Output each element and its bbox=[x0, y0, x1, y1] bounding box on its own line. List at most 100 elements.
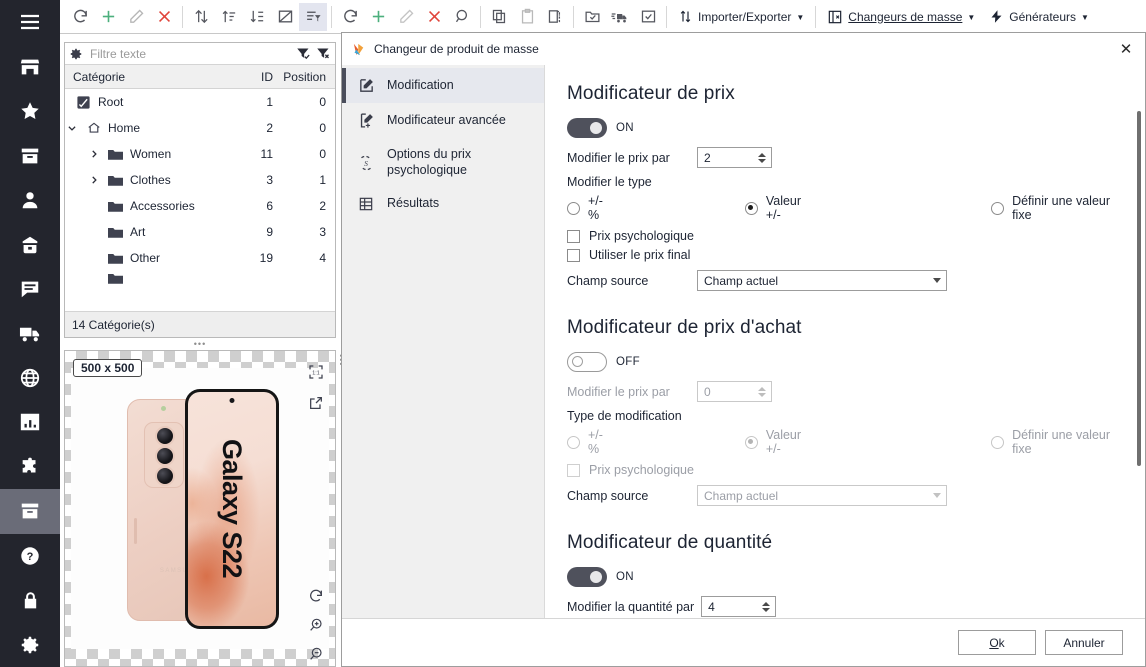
radio-icon[interactable] bbox=[744, 201, 758, 215]
radio-icon[interactable] bbox=[991, 435, 1005, 449]
globe-icon[interactable] bbox=[0, 356, 60, 400]
archive-active-icon[interactable] bbox=[0, 489, 60, 534]
fit-one-to-one-icon[interactable]: 1:1 bbox=[305, 361, 327, 383]
horizontal-splitter[interactable]: ••• bbox=[64, 338, 336, 350]
star-icon[interactable] bbox=[0, 89, 60, 133]
purchase-type-value-option[interactable]: Valeur +/- bbox=[744, 428, 811, 456]
table-row[interactable]: Clothes 3 1 bbox=[65, 167, 335, 193]
purchase-amount-input[interactable] bbox=[702, 383, 758, 400]
zoom-out-icon[interactable] bbox=[305, 643, 327, 665]
price-amount-stepper[interactable] bbox=[697, 147, 772, 168]
rotate-icon[interactable] bbox=[305, 585, 327, 607]
purchase-type-fixed-option[interactable]: Définir une valeur fixe bbox=[991, 428, 1117, 456]
radio-icon[interactable] bbox=[567, 435, 580, 449]
purchase-type-percent-option[interactable]: +/- % bbox=[567, 428, 612, 456]
puzzle-icon[interactable] bbox=[0, 445, 60, 489]
sort-asc-icon[interactable] bbox=[215, 3, 243, 31]
duplicate-icon[interactable] bbox=[541, 3, 569, 31]
filter-list-icon[interactable] bbox=[299, 2, 327, 31]
checkbox-icon[interactable] bbox=[567, 229, 580, 243]
tab-modification[interactable]: Modification bbox=[342, 68, 544, 103]
tab-psychological-price-options[interactable]: S Options du prix psychologique bbox=[342, 138, 544, 187]
purchase-source-select[interactable]: Champ actuel bbox=[697, 485, 947, 506]
paste-icon[interactable] bbox=[513, 3, 541, 31]
tab-advanced-modifier[interactable]: Modificateur avancée bbox=[342, 103, 544, 138]
stepper-arrows[interactable] bbox=[758, 386, 769, 397]
zoom-in-icon[interactable] bbox=[305, 614, 327, 636]
sort-numeric-icon[interactable] bbox=[243, 3, 271, 31]
purchase-psychological-checkbox-row[interactable]: Prix psychologique bbox=[567, 463, 1117, 477]
open-external-icon[interactable] bbox=[305, 392, 327, 414]
tab-results[interactable]: Résultats bbox=[342, 187, 544, 221]
checkbox-icon[interactable] bbox=[567, 463, 580, 477]
price-type-percent-option[interactable]: +/- % bbox=[567, 194, 612, 222]
chevron-down-icon[interactable] bbox=[65, 123, 79, 133]
quantity-amount-stepper[interactable] bbox=[701, 596, 777, 617]
dialog-scrollbar[interactable] bbox=[1137, 111, 1141, 466]
image-icon[interactable] bbox=[271, 3, 299, 31]
column-header-id[interactable]: ID bbox=[215, 70, 273, 84]
cancel-button[interactable]: Annuler bbox=[1045, 630, 1123, 655]
close-icon[interactable]: ✕ bbox=[1115, 38, 1137, 60]
table-row[interactable]: Women 11 0 bbox=[65, 141, 335, 167]
radio-icon[interactable] bbox=[991, 201, 1005, 215]
delete-icon[interactable] bbox=[420, 3, 448, 31]
edit-icon[interactable] bbox=[392, 3, 420, 31]
add-icon[interactable] bbox=[364, 3, 392, 31]
user-icon[interactable] bbox=[0, 178, 60, 222]
gear-icon[interactable] bbox=[69, 47, 83, 61]
table-row[interactable]: Art 9 3 bbox=[65, 219, 335, 245]
refresh-icon[interactable] bbox=[66, 3, 94, 31]
truck-icon[interactable] bbox=[0, 311, 60, 355]
generators-menu[interactable]: Générateurs ▼ bbox=[982, 3, 1096, 31]
quantity-amount-input[interactable] bbox=[706, 598, 763, 615]
table-row[interactable]: Other 19 4 bbox=[65, 245, 335, 271]
filter-apply-icon[interactable] bbox=[296, 46, 311, 61]
stepper-arrows[interactable] bbox=[758, 152, 769, 163]
store-icon[interactable] bbox=[0, 44, 60, 88]
search-icon[interactable] bbox=[448, 3, 476, 31]
help-icon[interactable]: ? bbox=[0, 534, 60, 578]
column-header-position[interactable]: Position bbox=[273, 70, 335, 84]
radio-icon[interactable] bbox=[744, 435, 758, 449]
table-row[interactable]: Home 2 0 bbox=[65, 115, 335, 141]
menu-icon[interactable] bbox=[0, 0, 60, 44]
price-amount-input[interactable] bbox=[702, 149, 758, 166]
lock-icon[interactable] bbox=[0, 578, 60, 622]
table-row-partial[interactable] bbox=[65, 271, 335, 285]
price-modifier-toggle[interactable] bbox=[567, 118, 607, 138]
purchase-amount-stepper[interactable] bbox=[697, 381, 772, 402]
sort-updown-icon[interactable] bbox=[187, 3, 215, 31]
column-header-category[interactable]: Catégorie bbox=[65, 70, 215, 84]
table-row[interactable]: Accessories 6 2 bbox=[65, 193, 335, 219]
import-export-menu[interactable]: Importer/Exporter ▼ bbox=[671, 3, 811, 31]
ok-button[interactable]: Ok bbox=[958, 630, 1036, 655]
chart-icon[interactable] bbox=[0, 400, 60, 444]
folder-check-icon[interactable] bbox=[578, 3, 606, 31]
delete-icon[interactable] bbox=[150, 3, 178, 31]
filter-clear-icon[interactable] bbox=[316, 46, 331, 61]
add-icon[interactable] bbox=[94, 3, 122, 31]
filter-text-input[interactable] bbox=[88, 45, 291, 62]
refresh-icon[interactable] bbox=[336, 3, 364, 31]
price-psychological-checkbox-row[interactable]: Prix psychologique bbox=[567, 229, 1117, 243]
price-type-value-option[interactable]: Valeur +/- bbox=[744, 194, 811, 222]
purchase-price-modifier-toggle[interactable] bbox=[567, 352, 607, 372]
gear-icon[interactable] bbox=[0, 623, 60, 667]
price-source-select[interactable]: Champ actuel bbox=[697, 270, 947, 291]
mass-changers-menu[interactable]: Changeurs de masse ▼ bbox=[820, 3, 982, 31]
chevron-right-icon[interactable] bbox=[87, 175, 101, 185]
quantity-modifier-toggle[interactable] bbox=[567, 567, 607, 587]
gift-icon[interactable] bbox=[0, 222, 60, 266]
edit-icon[interactable] bbox=[122, 3, 150, 31]
chevron-right-icon[interactable] bbox=[87, 149, 101, 159]
tree-rows[interactable]: Root 1 0 Home 2 0 Women 11 0 Clothes 3 1… bbox=[65, 89, 335, 311]
table-row[interactable]: Root 1 0 bbox=[65, 89, 335, 115]
price-type-fixed-option[interactable]: Définir une valeur fixe bbox=[991, 194, 1117, 222]
truck-fast-icon[interactable] bbox=[606, 3, 634, 31]
price-final-checkbox-row[interactable]: Utiliser le prix final bbox=[567, 248, 1117, 262]
checkbox-icon[interactable] bbox=[567, 248, 580, 262]
archive-icon[interactable] bbox=[0, 133, 60, 177]
stepper-arrows[interactable] bbox=[762, 601, 773, 612]
chat-icon[interactable] bbox=[0, 267, 60, 311]
